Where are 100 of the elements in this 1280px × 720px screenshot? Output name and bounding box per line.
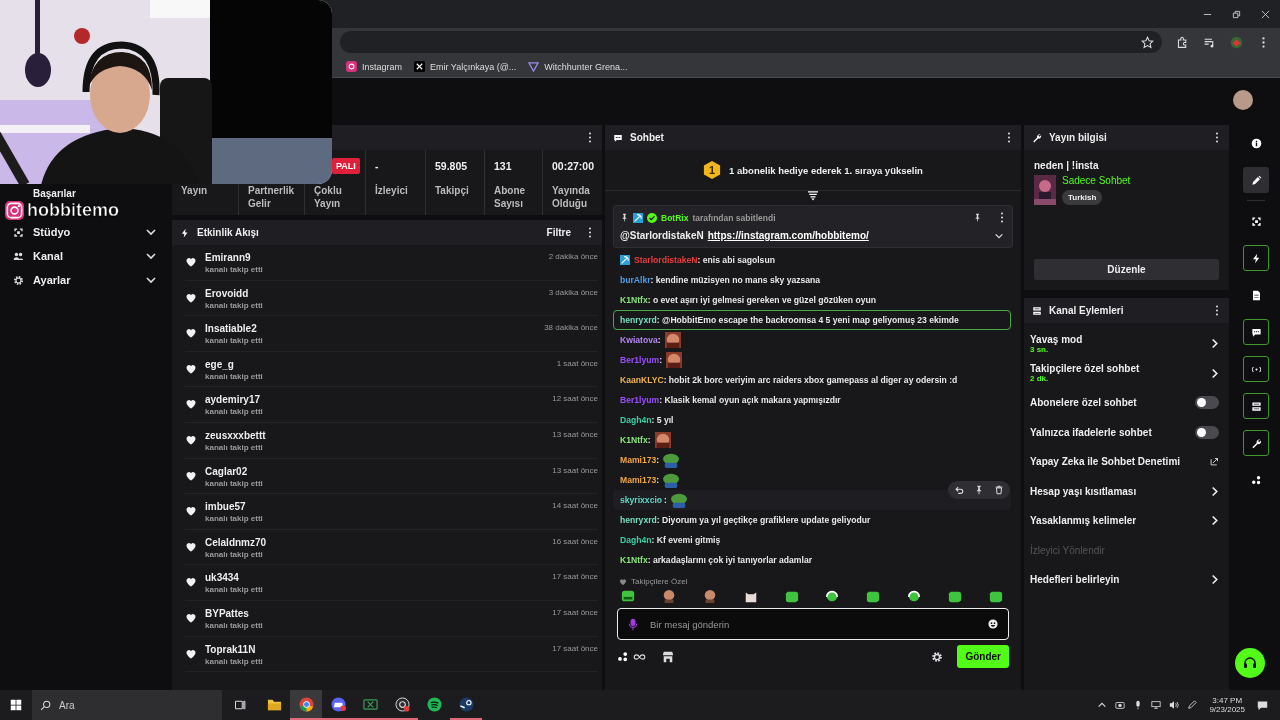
chat-username[interactable]: StarlordistakeN [634,255,698,265]
message-field[interactable]: Bir mesaj gönderin [617,608,1009,640]
event-time: 3 dakika önce [548,287,598,297]
store-icon[interactable] [662,650,674,663]
taskbar-app[interactable] [290,690,322,720]
chat-username[interactable]: skyrixxcio [620,495,663,505]
more-icon[interactable] [1000,212,1004,223]
clock[interactable]: 3:47 PM 9/23/2025 [1209,696,1245,714]
action-item[interactable]: Abonelere özel sohbet [1030,397,1195,409]
headphones-emote-icon[interactable] [907,589,922,603]
sidebar-item[interactable]: Stüdyo [0,220,169,244]
action-item[interactable]: Hedefleri belirleyin [1030,574,1210,586]
stat-label: Abone Sayısı [494,184,527,210]
category-link[interactable]: Sadece Sohbet [1062,175,1131,186]
chat-username[interactable]: KaanKLYC [620,375,664,385]
trash-icon[interactable] [994,485,1004,495]
rail-button[interactable] [1243,245,1269,271]
message-text: : [647,435,651,445]
stat-label: Partnerlik Gelir [248,184,296,210]
chevron-right-icon[interactable] [1210,338,1219,350]
chevron-right-icon[interactable] [1210,574,1219,586]
pinned-by[interactable]: BotRix [661,212,689,223]
search-field[interactable]: Ara [32,690,222,720]
frog-emote-icon[interactable] [621,589,635,603]
heart-icon [185,469,197,482]
chat-username[interactable]: K1Ntfx [620,435,648,445]
status-badge: PALI [332,157,360,174]
close-icon[interactable] [1261,9,1270,19]
chevron-right-icon[interactable] [1210,485,1219,497]
action-item[interactable]: Hesap yaşı kısıtlaması [1030,485,1210,497]
action-item[interactable]: Yalnızca ifadelerle sohbet [1030,426,1195,438]
task-view-icon[interactable] [234,699,246,711]
settings-icon[interactable] [931,650,944,663]
chevron-right-icon[interactable] [1210,515,1219,527]
notification-icon[interactable] [1257,699,1268,711]
chat-username[interactable]: K1Ntfx [620,295,648,305]
action-item[interactable]: Takipçilere özel sohbet [1030,363,1210,375]
external-link-icon[interactable] [1210,457,1219,467]
emote-icon[interactable] [661,589,676,603]
send-button[interactable]: Gönder [957,645,1009,668]
chevron-up-icon[interactable] [1097,700,1108,710]
star-icon[interactable] [1141,35,1154,49]
pin-icon[interactable] [973,213,982,222]
message-input[interactable]: Bir mesaj gönderin [648,617,978,631]
camera-icon[interactable] [1115,700,1126,710]
chat-username[interactable]: Kwiatova [620,335,658,345]
puzzle-icon[interactable] [1176,35,1189,49]
volume-icon[interactable] [1169,700,1180,710]
headphones-emote-icon[interactable] [825,589,840,603]
bookmark[interactable]: Instagram [346,61,403,72]
chat-username[interactable]: K1Ntfx [620,555,648,565]
emote-icon[interactable] [702,589,717,603]
pen-icon[interactable] [1187,700,1198,710]
bookmark[interactable]: Witchhunter Grena... [528,61,628,72]
language-tag[interactable]: Turkish [1062,190,1103,205]
rail-button[interactable] [1243,430,1269,456]
action-item[interactable]: Yasaklanmış kelimeler [1030,515,1210,527]
chevron-icon [145,274,157,286]
blob-emote-icon[interactable] [784,589,799,603]
smiley-icon[interactable] [988,619,998,629]
bookmark[interactable]: Emir Yalçınkaya (@... [414,61,517,72]
blob-emote-icon[interactable] [948,589,962,603]
more-icon[interactable] [1007,132,1011,143]
pinned-link[interactable]: https://instagram.com/hobbitemo/ [707,230,869,241]
rail-button[interactable] [1243,393,1269,419]
blob-emote-icon[interactable] [866,589,881,603]
chat-username[interactable]: burAlkr [620,275,651,285]
avatar-icon[interactable] [1233,90,1253,110]
event-action: kanalı takip etti [205,514,264,524]
more-icon[interactable] [1215,132,1219,143]
frame-icon [13,226,24,238]
undo-icon[interactable] [954,485,964,495]
pin-icon [620,213,629,222]
restore-icon[interactable] [1232,9,1241,19]
chat-username[interactable]: henryxrd [620,315,657,325]
sidebar-item[interactable]: Ayarlar [0,268,169,292]
action-item[interactable]: Yapay Zeka ile Sohbet Denetimi [1030,456,1210,468]
chat-username[interactable]: Dagh4n [620,535,652,545]
blob-emote-icon[interactable] [988,589,1003,603]
toggle-switch[interactable] [1195,425,1219,439]
more-icon[interactable] [588,227,592,238]
windows-icon[interactable] [10,699,22,711]
chevron-right-icon[interactable] [1210,367,1219,379]
action-item[interactable]: Yavaş mod [1030,333,1210,345]
chat-username[interactable]: henryxrd [620,515,657,525]
info-icon [1250,137,1262,149]
chat-username[interactable]: Dagh4n [620,415,652,425]
sidebar-item[interactable]: Kanal [0,244,169,268]
profile-icon[interactable] [1230,35,1243,49]
more-icon[interactable] [588,132,592,143]
rail-button[interactable] [1243,167,1269,193]
edit-button[interactable]: Düzenle [1034,259,1219,280]
network-icon[interactable] [1151,700,1162,710]
rail-button[interactable] [1243,319,1269,345]
toggle-switch[interactable] [1195,396,1219,410]
support-button[interactable] [1235,648,1265,678]
more-icon[interactable] [1215,305,1219,316]
dots-icon[interactable] [617,650,629,663]
filter-button[interactable]: Filtre [546,227,581,238]
sidebar-item[interactable]: Başarılar [0,187,169,200]
